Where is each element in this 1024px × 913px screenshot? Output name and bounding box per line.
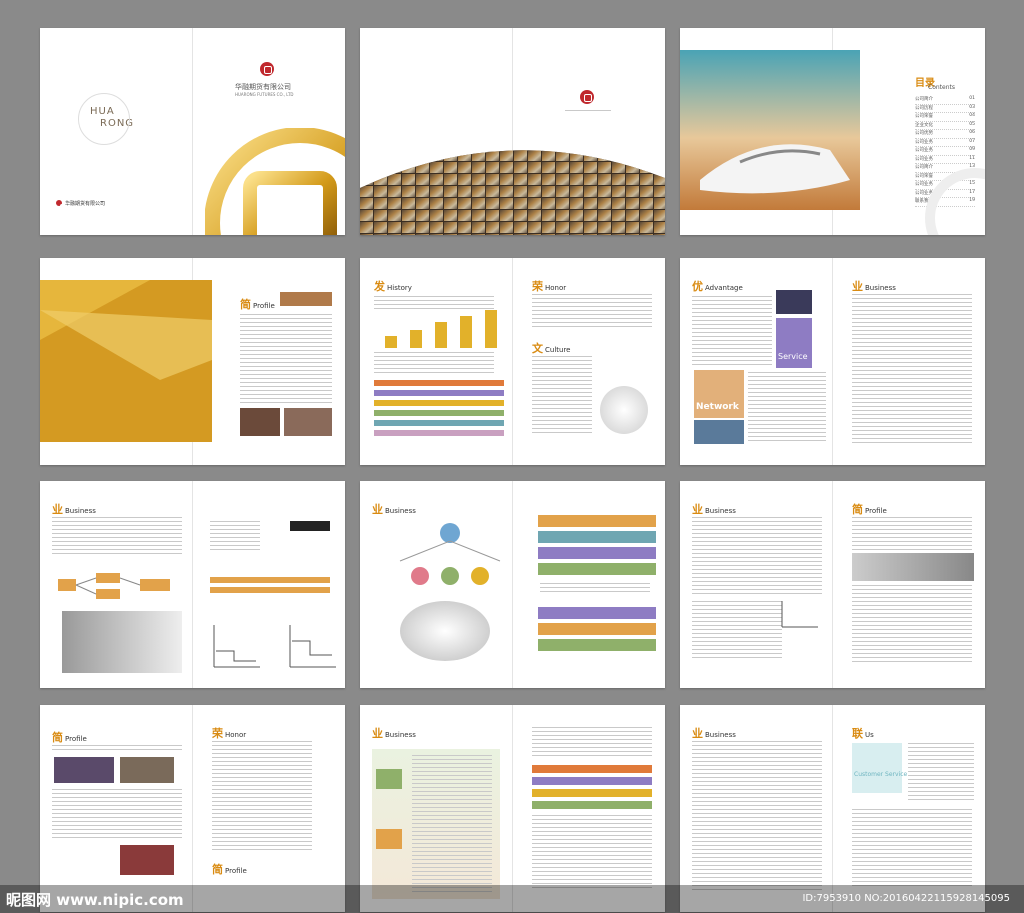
- small-logo-icon: [56, 200, 68, 212]
- toc-item[interactable]: 公司业务 11: [915, 155, 975, 164]
- spread-history-honor: 发 History 荣 Honor 文 Culture: [360, 258, 665, 465]
- toc-title-en: Contents: [928, 84, 955, 91]
- section-title-business: 业 Business: [852, 280, 896, 293]
- watermark-text: 昵图网 www.nipic.com: [6, 891, 184, 909]
- image-id-text: ID:7953910 NO:20160422115928145095: [802, 893, 1010, 904]
- toc-item-label: 公司业务: [915, 139, 933, 145]
- flow-diagram: [58, 573, 170, 599]
- org-hierarchy-diagram: [399, 523, 501, 585]
- photo-building-banner: [852, 553, 974, 581]
- photo-train-image: [680, 50, 860, 210]
- toc-item-page: 07: [969, 138, 975, 144]
- toc-item-page: 11: [969, 155, 975, 161]
- section-title-business: 业 Business: [52, 503, 96, 516]
- toc-item[interactable]: 公司业务 09: [915, 147, 975, 156]
- section-title-profile-2: 简 Profile: [212, 863, 247, 876]
- toc-item[interactable]: 公司历程 03: [915, 104, 975, 113]
- photo-globe-image: [360, 150, 665, 235]
- photo-thumb: [240, 408, 280, 436]
- toc-item-page: 03: [969, 104, 975, 110]
- section-title-history: 发 History: [374, 280, 412, 293]
- toc-item-label: 公司简介: [915, 165, 933, 170]
- cover-company-cn: 华融期货有限公司: [235, 83, 291, 91]
- photo-hand-image: [62, 611, 182, 673]
- toc-item-page: 01: [969, 96, 975, 101]
- toc-item[interactable]: 公司业务 07: [915, 138, 975, 147]
- photo-building-image: [40, 280, 212, 442]
- cover-small-name: 华融期货有限公司: [65, 201, 106, 207]
- toc-item[interactable]: 企业文化 05: [915, 121, 975, 130]
- toc-item-label: 企业文化: [915, 122, 933, 128]
- toc-item-label: 公司优势: [915, 131, 933, 136]
- cover-circle: [78, 93, 130, 145]
- spread-business-profile: 业 Business 简 Profile: [680, 481, 985, 688]
- spread-business-structure: 业 Business: [360, 481, 665, 688]
- section-title-business: 业 Business: [372, 727, 416, 740]
- gold-bar-graphic: [385, 310, 497, 348]
- toc-item-page: 04: [969, 113, 975, 118]
- spread-globe: [360, 28, 665, 235]
- toc-item-page: 05: [969, 121, 975, 127]
- toc-item-label: 公司历程: [915, 105, 933, 111]
- toc-item-label: 公司业务: [915, 156, 933, 162]
- spread-business-contact: 业 Business 联 Us Customer Service: [680, 705, 985, 912]
- photo-thumb: [284, 408, 332, 436]
- toc-item[interactable]: 公司简介 01: [915, 96, 975, 105]
- toc-item-page: 06: [969, 130, 975, 135]
- section-title-business: 业 Business: [692, 727, 736, 740]
- photo-thumb: [694, 420, 744, 444]
- toc-item[interactable]: 公司荣誉 04: [915, 113, 975, 122]
- axis-graphic: [781, 601, 818, 628]
- spread-profile: 简 Profile: [40, 258, 345, 465]
- spread-business-diagram: 业 Business: [40, 481, 345, 688]
- photo-thumb: [54, 757, 114, 783]
- photo-customer-service: Customer Service: [852, 743, 907, 793]
- logo-icon: [260, 62, 274, 76]
- photo-thumb: [120, 757, 174, 783]
- spread-cover: 华融期货有限公司 HUARONG FUTURES CO., LTD HUA RO…: [40, 28, 345, 235]
- section-title-business: 业 Business: [372, 503, 416, 516]
- toc-item[interactable]: 公司优势 06: [915, 130, 975, 139]
- cover-company-en: HUARONG FUTURES CO., LTD: [235, 92, 294, 97]
- spread-advantage-business: 优 Advantage Service Network 业 Business: [680, 258, 985, 465]
- spread-business-org: 业 Business: [360, 705, 665, 912]
- section-title-profile: 简 Profile: [52, 731, 87, 744]
- photo-thumb: [776, 290, 812, 314]
- toc-item-label: 公司荣誉: [915, 173, 933, 179]
- photo-people-circle: [600, 386, 648, 434]
- section-title-profile: 简 Profile: [240, 298, 275, 311]
- toc-item-label: 公司简介: [915, 97, 933, 102]
- spread-contents: 目录 Contents 公司简介 01 公司历程 03 公司荣誉 04 企业文化 05 公司优势…: [680, 28, 985, 235]
- section-title-profile: 简 Profile: [852, 503, 887, 516]
- section-title-business: 业 Business: [692, 503, 736, 516]
- network-block: Network: [694, 370, 744, 418]
- toc-item-page: 09: [969, 147, 975, 152]
- line-chart-graphic: [213, 625, 336, 668]
- logo-icon: [580, 90, 594, 104]
- photo-business-graphic: [400, 601, 490, 661]
- toc-item-label: 公司业务: [915, 182, 933, 187]
- photo-thumb: [280, 292, 332, 306]
- org-chart-diagram: [372, 749, 500, 899]
- photo-thumb: [120, 845, 174, 875]
- toc-item-label: 公司荣誉: [915, 114, 933, 119]
- section-title-honor: 荣 Honor: [212, 727, 247, 740]
- toc-item-label: 公司业务: [915, 148, 933, 153]
- section-title-advantage: 优 Advantage: [692, 280, 743, 293]
- section-title-us: 联 Us: [852, 727, 874, 740]
- service-block: Service: [776, 318, 812, 368]
- gold-coin-logo-icon: [205, 128, 345, 235]
- spread-profile-honor: 简 Profile 荣 Honor 简 Profile: [40, 705, 345, 912]
- watermark-bar: 昵图网 www.nipic.com ID:7953910 NO:20160422…: [0, 885, 1024, 913]
- section-title-culture: 文 Culture: [532, 342, 571, 355]
- section-title-honor: 荣 Honor: [532, 280, 567, 293]
